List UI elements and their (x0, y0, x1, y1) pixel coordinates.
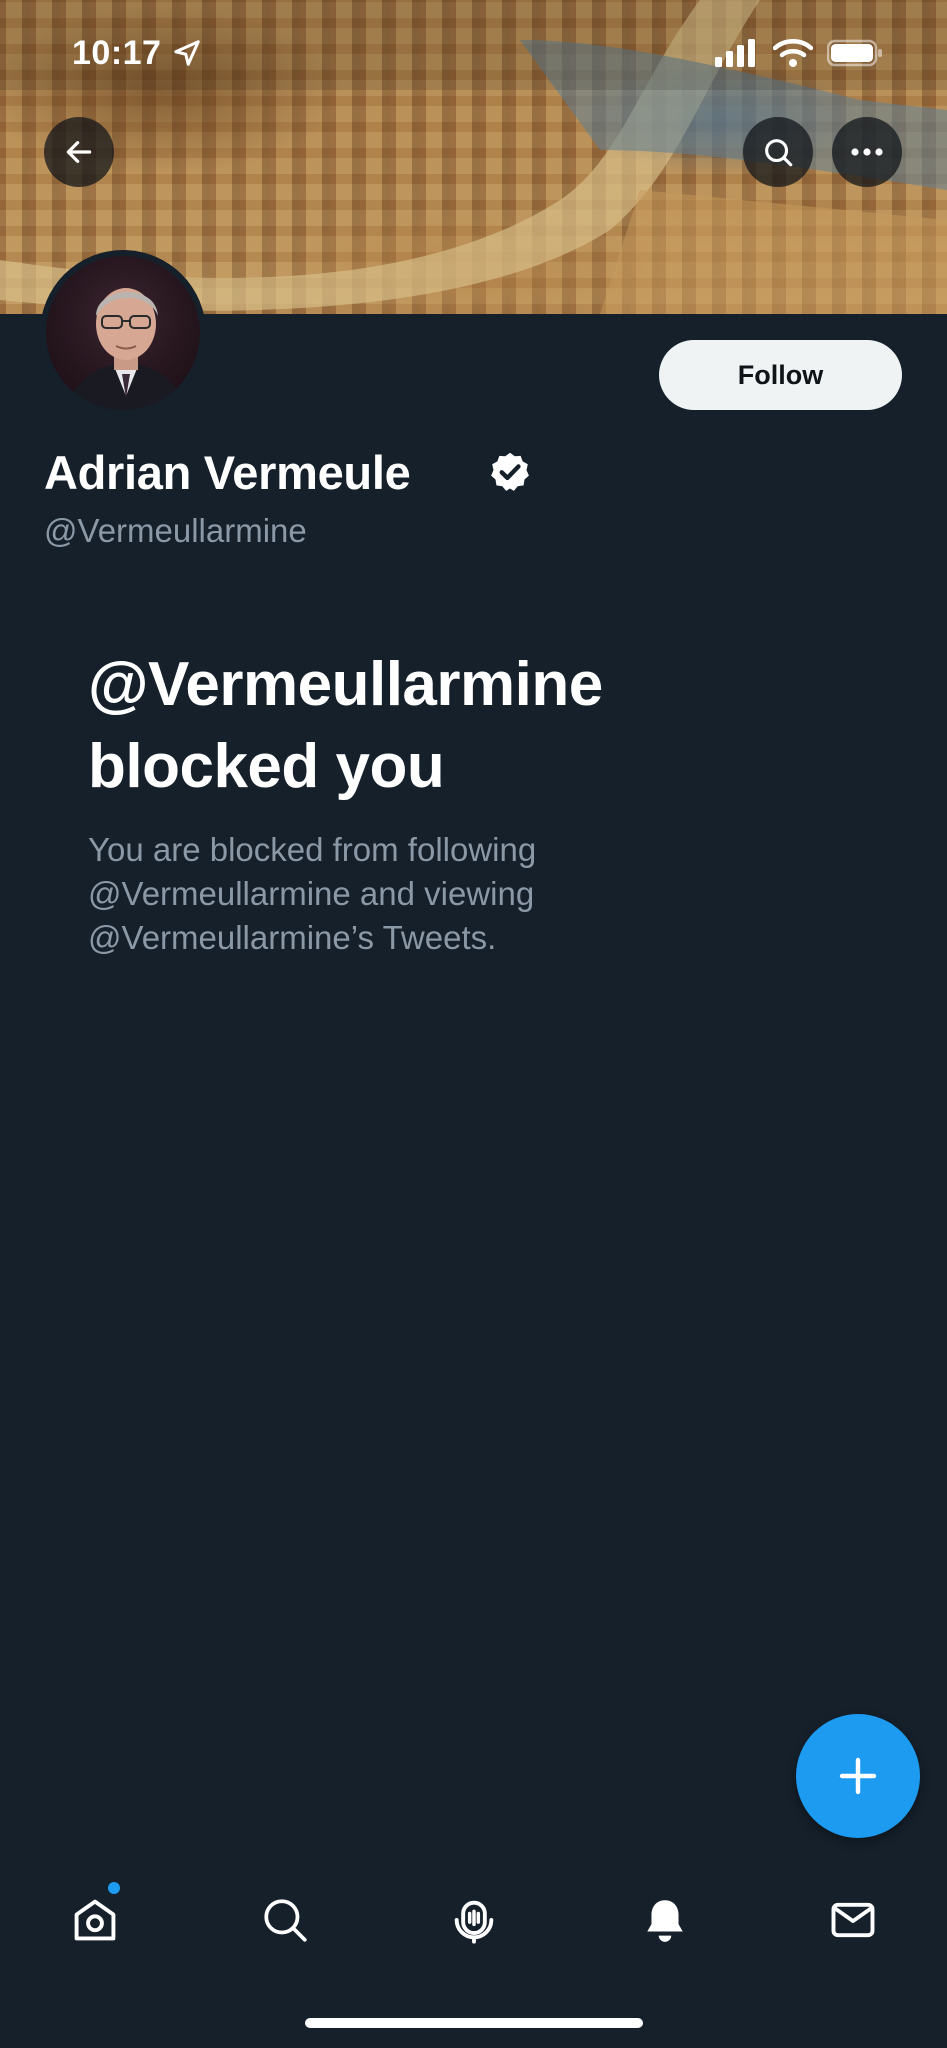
more-horizontal-icon (851, 148, 883, 156)
search-button[interactable] (743, 117, 813, 187)
follow-button[interactable]: Follow (659, 340, 902, 410)
location-arrow-icon (174, 40, 200, 66)
bell-icon (647, 1900, 683, 1942)
back-button[interactable] (44, 117, 114, 187)
status-time: 10:17 (72, 34, 162, 72)
blocked-description: You are blocked from following @Vermeull… (88, 831, 537, 956)
search-icon (264, 1899, 307, 1942)
plus-icon (839, 1757, 877, 1795)
spaces-microphone-icon (454, 1900, 494, 1944)
home-icon (74, 1899, 116, 1941)
home-indicator[interactable] (305, 2018, 643, 2028)
avatar-image (46, 256, 200, 410)
profile-avatar[interactable] (40, 250, 206, 416)
profile-handle: @Vermeullarmine (44, 512, 307, 549)
search-icon (765, 139, 793, 167)
compose-tweet-button[interactable] (796, 1714, 920, 1838)
blocked-title: @Vermeullarmine blocked you (88, 650, 603, 801)
signal-icon (715, 39, 755, 67)
bottom-navigation (0, 1870, 947, 1970)
wifi-icon (773, 39, 813, 67)
home-notification-dot (108, 1882, 120, 1894)
more-options-button[interactable] (832, 117, 902, 187)
battery-icon (827, 39, 882, 67)
nav-spaces[interactable] (429, 1870, 519, 1970)
arrow-left-icon (66, 141, 92, 163)
nav-home[interactable] (50, 1870, 140, 1970)
nav-notifications[interactable] (620, 1870, 710, 1970)
verified-badge-icon (491, 452, 529, 491)
mail-icon (831, 1902, 875, 1938)
status-indicators (715, 38, 883, 68)
nav-search[interactable] (240, 1870, 330, 1970)
nav-messages[interactable] (808, 1870, 898, 1970)
profile-display-name: Adrian Vermeule (44, 446, 411, 499)
